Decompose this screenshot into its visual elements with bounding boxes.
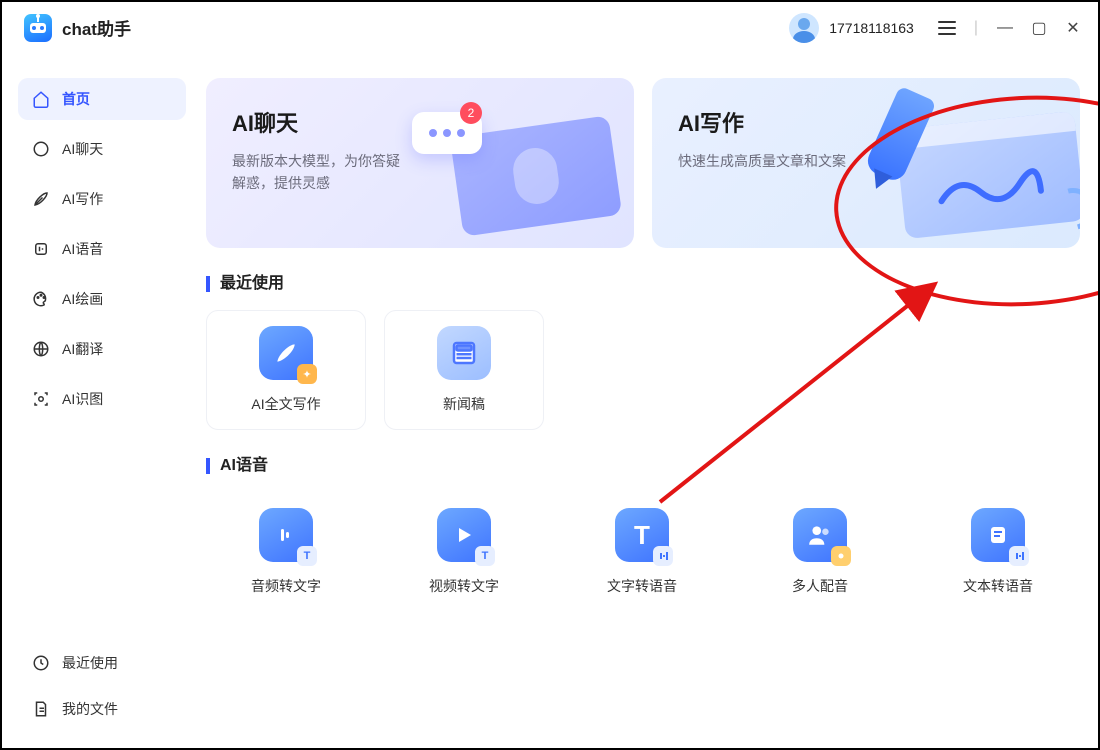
feather-icon: ✦: [259, 326, 313, 380]
palette-icon: [32, 290, 50, 308]
hero-write-illustration: [840, 102, 1070, 242]
video-icon: T: [437, 508, 491, 562]
minimize-button[interactable]: —: [996, 19, 1014, 37]
sidebar-item-vision[interactable]: AI识图: [18, 378, 186, 420]
section-title: AI语音: [206, 458, 1080, 474]
tile-label: 多人配音: [792, 576, 848, 596]
text-badge-icon: T: [475, 546, 495, 566]
sidebar-item-label: 首页: [62, 89, 90, 109]
feather-icon: [32, 190, 50, 208]
document-icon: [971, 508, 1025, 562]
sidebar-item-draw[interactable]: AI绘画: [18, 278, 186, 320]
sidebar-item-voice[interactable]: AI语音: [18, 228, 186, 270]
tile-text-to-speech[interactable]: 文本转语音: [918, 492, 1078, 612]
hero-chat-illustration: 2: [406, 112, 616, 232]
file-icon: [32, 700, 50, 718]
sidebar-item-label: AI识图: [62, 389, 103, 409]
scan-icon: [32, 390, 50, 408]
tile-label: 音频转文字: [251, 576, 321, 596]
tile-text-to-voice[interactable]: T 文字转语音: [562, 492, 722, 612]
badge-icon: ✦: [297, 364, 317, 384]
sidebar-item-label: AI聊天: [62, 139, 103, 159]
sidebar-item-label: AI写作: [62, 189, 103, 209]
hero-card-chat[interactable]: AI聊天 最新版本大模型，为你答疑解惑，提供灵感 2: [206, 78, 634, 248]
maximize-button[interactable]: ▢: [1030, 18, 1048, 38]
tile-label: 文字转语音: [607, 576, 677, 596]
close-button[interactable]: ✕: [1064, 18, 1082, 38]
section-voice: AI语音 T 音频转文字 T 视频转文字: [206, 458, 1080, 612]
tile-label: AI全文写作: [251, 394, 320, 414]
sidebar: 首页 AI聊天 AI写作 AI语音 AI绘画: [2, 54, 202, 748]
sidebar-item-chat[interactable]: AI聊天: [18, 128, 186, 170]
hero-subtitle: 快速生成高质量文章和文案: [678, 150, 848, 172]
tile-news-draft[interactable]: 新闻稿: [384, 310, 544, 430]
text-icon: T: [615, 508, 669, 562]
section-recent: 最近使用 ✦ AI全文写作 新闻稿: [206, 276, 1080, 430]
chat-icon: [32, 140, 50, 158]
tile-audio-to-text[interactable]: T 音频转文字: [206, 492, 366, 612]
hamburger-menu-button[interactable]: [938, 21, 956, 35]
tile-video-to-text[interactable]: T 视频转文字: [384, 492, 544, 612]
avatar: [789, 13, 819, 43]
sidebar-item-translate[interactable]: AI翻译: [18, 328, 186, 370]
notification-badge: 2: [460, 102, 482, 124]
audio-icon: T: [259, 508, 313, 562]
sidebar-item-label: AI语音: [62, 239, 103, 259]
people-icon: [793, 508, 847, 562]
home-icon: [32, 90, 50, 108]
section-title: 最近使用: [206, 276, 1080, 292]
sidebar-item-label: 我的文件: [62, 699, 118, 719]
history-icon: [32, 654, 50, 672]
sidebar-item-label: AI绘画: [62, 289, 103, 309]
title-bar: chat助手 17718118163 | — ▢ ✕: [2, 2, 1098, 54]
main-content: AI聊天 最新版本大模型，为你答疑解惑，提供灵感 2 AI写作 快速生成高质量文…: [202, 54, 1098, 748]
user-id: 17718118163: [829, 20, 914, 36]
text-badge-icon: T: [297, 546, 317, 566]
sidebar-item-recent[interactable]: 最近使用: [18, 644, 186, 682]
app-icon: [24, 14, 52, 42]
translate-icon: [32, 340, 50, 358]
tile-label: 文本转语音: [963, 576, 1033, 596]
news-icon: [437, 326, 491, 380]
mic-badge-icon: [831, 546, 851, 566]
voice-icon: [32, 240, 50, 258]
wave-badge-icon: [653, 546, 673, 566]
sidebar-item-write[interactable]: AI写作: [18, 178, 186, 220]
tile-ai-full-writing[interactable]: ✦ AI全文写作: [206, 310, 366, 430]
sidebar-item-label: AI翻译: [62, 339, 103, 359]
hero-subtitle: 最新版本大模型，为你答疑解惑，提供灵感: [232, 150, 402, 195]
user-chip[interactable]: 17718118163: [789, 13, 914, 43]
hero-card-write[interactable]: AI写作 快速生成高质量文章和文案: [652, 78, 1080, 248]
sidebar-item-home[interactable]: 首页: [18, 78, 186, 120]
tile-label: 视频转文字: [429, 576, 499, 596]
wave-badge-icon: [1009, 546, 1029, 566]
tile-multi-dub[interactable]: 多人配音: [740, 492, 900, 612]
tile-label: 新闻稿: [443, 394, 485, 414]
sidebar-item-files[interactable]: 我的文件: [18, 690, 186, 728]
sidebar-item-label: 最近使用: [62, 653, 118, 673]
app-title: chat助手: [62, 15, 131, 40]
